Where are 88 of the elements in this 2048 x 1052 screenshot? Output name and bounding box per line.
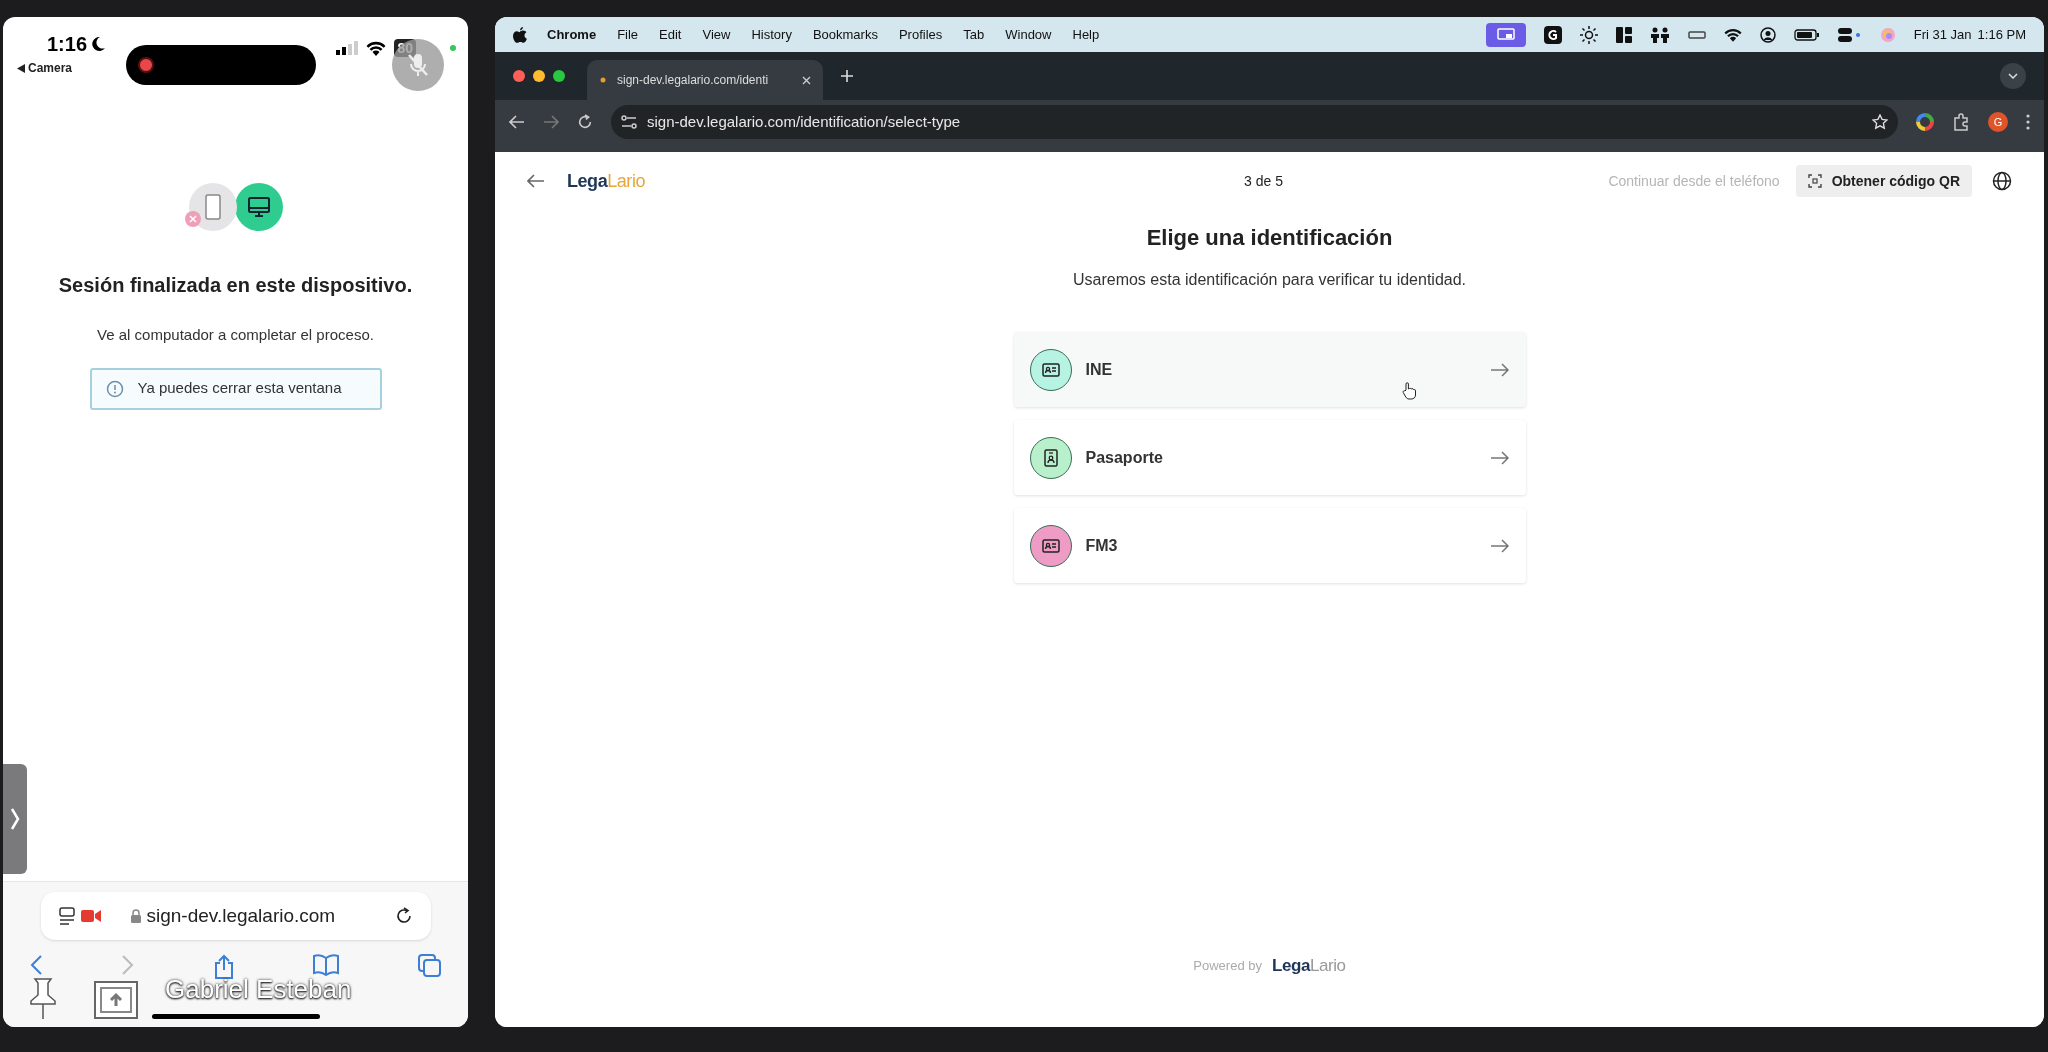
app-menu[interactable]: Chrome <box>547 24 597 45</box>
apple-icon[interactable] <box>513 26 527 43</box>
menu-item[interactable]: Tab <box>963 24 985 45</box>
loading-favicon-icon <box>599 76 607 84</box>
menu-item[interactable]: Profiles <box>898 24 943 45</box>
menu-item[interactable]: Help <box>1072 24 1100 45</box>
window-layout-icon[interactable] <box>1615 26 1632 43</box>
reload-icon[interactable] <box>577 114 593 130</box>
url-text: sign-dev.legalario.com <box>146 903 336 928</box>
wifi-icon <box>366 40 387 56</box>
menu-item[interactable]: Bookmarks <box>812 24 878 45</box>
back-to-app-link[interactable]: Camera <box>28 59 73 77</box>
bookmark-star-icon[interactable] <box>1872 114 1888 130</box>
tabs-icon[interactable] <box>418 954 442 978</box>
arrow-right-icon <box>1489 362 1510 377</box>
back-triangle-icon[interactable] <box>17 63 25 73</box>
legalario-logo[interactable]: LegaLario <box>1272 952 1346 978</box>
address-bar[interactable]: sign-dev.legalario.com <box>40 892 431 940</box>
reload-icon[interactable] <box>394 907 413 925</box>
pin-icon[interactable] <box>29 978 57 1020</box>
info-icon <box>105 379 124 398</box>
forward-icon[interactable] <box>543 115 559 129</box>
back-icon[interactable] <box>509 115 525 129</box>
site-settings-icon[interactable] <box>621 115 637 129</box>
qr-scan-icon <box>1807 174 1822 188</box>
screen-mirroring-icon[interactable] <box>1485 22 1526 47</box>
profile-avatar[interactable]: G <box>1988 112 2008 132</box>
menu-item[interactable]: File <box>617 24 639 45</box>
extensions-icon[interactable] <box>1952 113 1970 131</box>
status-time: 1:16 <box>47 32 88 57</box>
menu-item[interactable]: View <box>702 24 731 45</box>
user-icon[interactable] <box>1759 26 1776 43</box>
battery-icon[interactable] <box>1793 28 1820 41</box>
step-counter: 3 de 5 <box>1244 171 1283 191</box>
arrow-right-icon <box>1489 538 1510 553</box>
wifi-icon[interactable] <box>1723 27 1742 42</box>
globe-icon[interactable] <box>1992 171 2012 191</box>
menu-bar-date[interactable]: Fri 31 Jan <box>1913 24 1972 45</box>
hand-cursor-icon <box>1401 382 1416 400</box>
brightness-icon[interactable] <box>1579 25 1598 44</box>
signal-icon <box>336 41 359 55</box>
book-icon[interactable] <box>312 954 341 976</box>
info-notice: Ya puedes cerrar esta ventana <box>89 367 382 410</box>
control-center-icon[interactable] <box>1837 27 1862 42</box>
share-icon[interactable] <box>212 954 235 980</box>
chevron-right-icon <box>10 807 20 831</box>
computer-icon <box>234 183 283 231</box>
people-icon[interactable] <box>1649 26 1670 43</box>
back-arrow-icon[interactable] <box>527 174 545 188</box>
menu-item[interactable]: Window <box>1005 24 1052 45</box>
phone-disconnected-icon <box>188 183 237 231</box>
reader-icon[interactable] <box>58 907 77 925</box>
id-option-card[interactable]: FM3 <box>1013 508 1526 583</box>
g-logo-icon[interactable] <box>1543 25 1562 44</box>
menu-item[interactable]: Edit <box>659 24 682 45</box>
browser-tab[interactable]: sign-dev.legalario.com/identi <box>587 60 823 100</box>
close-window-button[interactable] <box>513 70 525 82</box>
menu-item[interactable]: History <box>751 24 792 45</box>
back-icon[interactable] <box>29 954 43 976</box>
powered-by-text: Powered by <box>1193 956 1262 975</box>
minimize-window-button[interactable] <box>533 70 545 82</box>
keyboard-icon[interactable] <box>1687 29 1706 40</box>
side-handle[interactable] <box>3 764 27 874</box>
qr-code-button[interactable]: Obtener código QR <box>1795 165 1972 197</box>
zoom-window-button[interactable] <box>553 70 565 82</box>
instruction-text: Ve al computador a completar el proceso. <box>97 325 374 345</box>
id-option-card[interactable]: INE <box>1013 332 1526 407</box>
muted-microphone-icon <box>406 52 431 78</box>
close-tab-icon[interactable] <box>802 75 811 85</box>
video-camera-icon <box>80 909 101 923</box>
moon-icon <box>90 36 107 52</box>
more-menu-icon[interactable] <box>2026 114 2030 130</box>
participant-name: Gabriel Esteban <box>165 976 352 1002</box>
tab-search-button[interactable] <box>2000 63 2026 89</box>
chevron-down-icon <box>2008 73 2018 79</box>
legalario-logo[interactable]: LegaLario <box>567 167 645 195</box>
arrow-right-icon <box>1489 450 1510 465</box>
muted-microphone-button[interactable] <box>392 39 445 91</box>
menu-bar-time[interactable]: 1:16 PM <box>1977 24 2026 45</box>
session-ended-heading: Sesión finalizada en este dispositivo. <box>58 273 413 298</box>
new-tab-icon[interactable] <box>841 70 853 82</box>
lock-icon <box>130 909 141 923</box>
screen-share-icon[interactable] <box>93 980 139 1020</box>
color-wheel-icon[interactable] <box>1916 113 1934 131</box>
page-title: Elige una identificación <box>1146 224 1393 252</box>
page-subtitle: Usaremos esta identificación para verificar tu identidad. <box>1072 270 1467 290</box>
omnibox[interactable]: sign-dev.legalario.com/identification/select-type <box>611 105 1898 139</box>
id-option-card[interactable]: Pasaporte <box>1013 420 1526 495</box>
